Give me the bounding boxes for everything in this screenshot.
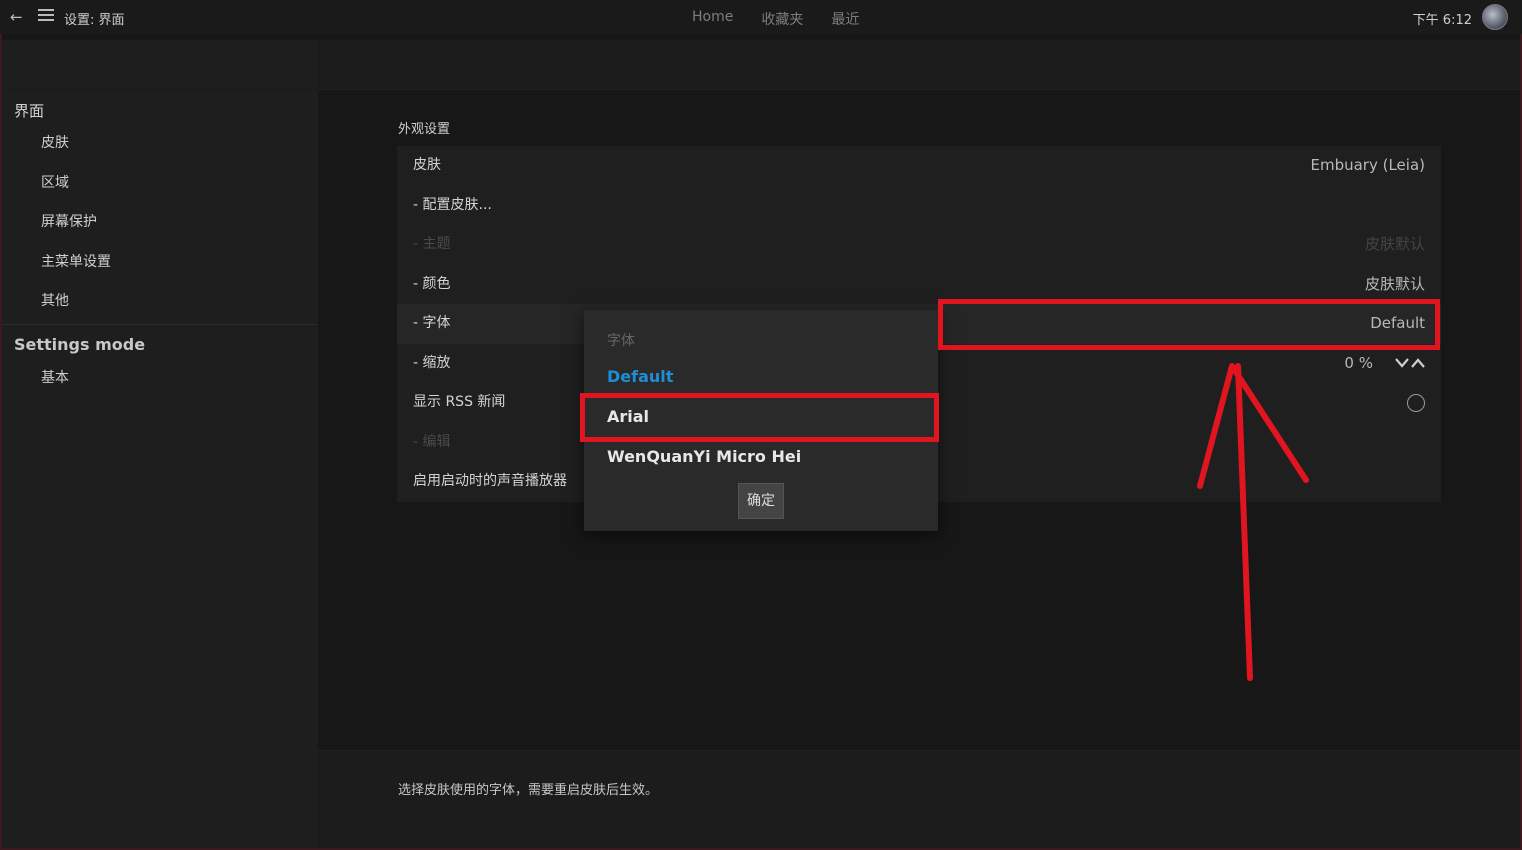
setting-label: - 颜色 — [413, 275, 451, 292]
top-bar: ← 设置: 界面 Home 收藏夹 最近 下午 6:12 — [0, 0, 1522, 34]
sidebar-item-regional[interactable]: 区域 — [2, 166, 318, 206]
setting-label: - 字体 — [413, 315, 451, 331]
font-option-default[interactable]: Default — [607, 367, 673, 386]
hamburger-menu-icon[interactable] — [38, 9, 54, 23]
setting-value: Embuary (Leia) — [1310, 156, 1425, 174]
annotation-arrow-icon — [1197, 363, 1309, 681]
setting-label: 启用启动时的声音播放器 — [413, 473, 567, 489]
main-header — [318, 40, 1520, 90]
sidebar-item-basic[interactable]: 基本 — [2, 361, 318, 401]
annotation-highlight-arial — [580, 393, 939, 442]
section-title: 外观设置 — [398, 122, 451, 137]
sidebar-group-title: 界面 — [14, 102, 45, 120]
setting-label: 显示 RSS 新闻 — [413, 394, 506, 410]
back-arrow-icon[interactable]: ← — [10, 8, 28, 26]
setting-value: 皮肤默认 — [1364, 274, 1425, 293]
sidebar-item-skin[interactable]: 皮肤 — [2, 126, 318, 166]
tab-home[interactable]: Home — [692, 9, 733, 29]
avatar[interactable] — [1482, 4, 1508, 30]
setting-row-theme: - 主题 皮肤默认 — [397, 225, 1441, 265]
sidebar-item-main-menu[interactable]: 主菜单设置 — [2, 245, 318, 285]
setting-value: 皮肤默认 — [1364, 235, 1425, 253]
clock: 下午 6:12 — [1412, 13, 1472, 28]
sidebar-header — [2, 40, 318, 90]
setting-label: - 缩放 — [413, 354, 451, 371]
spinner-down-up-icon[interactable] — [1395, 356, 1425, 370]
tab-recent[interactable]: 最近 — [831, 9, 859, 29]
sidebar-item-screensaver[interactable]: 屏幕保护 — [2, 205, 318, 245]
breadcrumb: 设置: 界面 — [64, 13, 125, 28]
setting-label: - 编辑 — [413, 433, 451, 450]
setting-label: - 配置皮肤... — [413, 196, 492, 213]
sidebar-item-other[interactable]: 其他 — [2, 284, 318, 324]
setting-label: 皮肤 — [413, 157, 441, 173]
dialog-title: 字体 — [607, 333, 635, 349]
setting-label: - 主题 — [413, 236, 451, 252]
setting-row-skin[interactable]: 皮肤 Embuary (Leia) — [397, 146, 1441, 186]
tab-favourites[interactable]: 收藏夹 — [761, 9, 803, 29]
ok-button[interactable]: 确定 — [738, 483, 784, 519]
font-option-wenquanyi[interactable]: WenQuanYi Micro Hei — [607, 447, 801, 466]
radio-toggle-icon[interactable] — [1407, 394, 1425, 412]
sidebar: 界面 皮肤 区域 屏幕保护 主菜单设置 其他 Settings mode 基本 — [2, 40, 318, 848]
annotation-highlight-font-value — [938, 299, 1440, 350]
description-band: 选择皮肤使用的字体，需要重启皮肤后生效。 — [318, 750, 1520, 848]
settings-mode-title: Settings mode — [14, 334, 146, 354]
setting-row-configure-skin[interactable]: - 配置皮肤... — [397, 186, 1441, 226]
top-tabs: Home 收藏夹 最近 — [692, 9, 859, 29]
setting-description: 选择皮肤使用的字体，需要重启皮肤后生效。 — [398, 783, 659, 798]
